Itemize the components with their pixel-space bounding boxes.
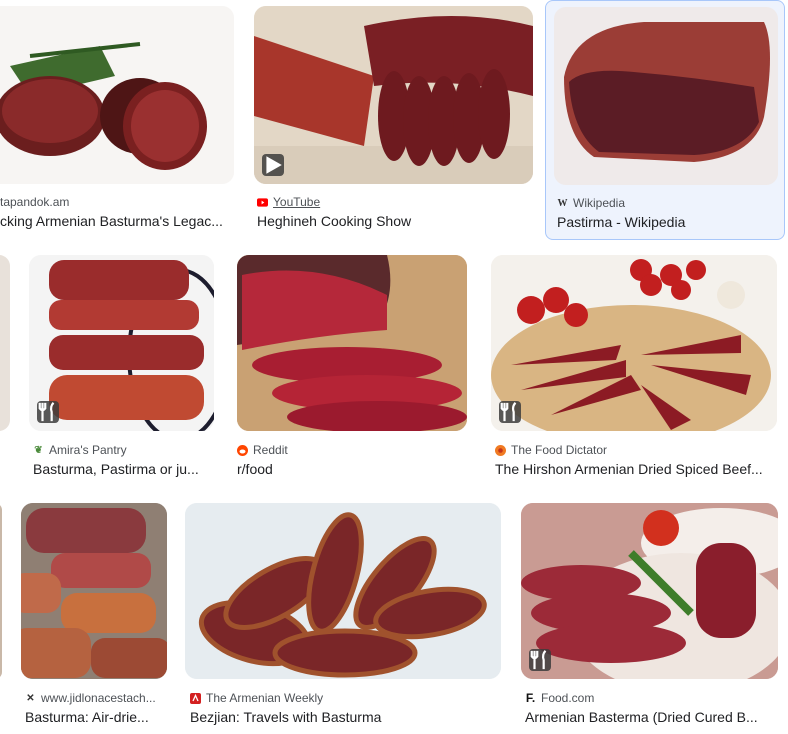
result-card-8[interactable]: The Armenian Weekly Bezjian: Travels wit… <box>185 503 501 733</box>
result-image-1[interactable] <box>0 6 234 184</box>
armenian-weekly-icon <box>190 692 201 704</box>
result-title-3[interactable]: Pastirma - Wikipedia <box>557 214 777 230</box>
result-image-6[interactable] <box>491 255 777 431</box>
result-image-partial-left[interactable] <box>0 255 10 431</box>
recipe-icon <box>37 401 59 423</box>
result-image-5[interactable] <box>237 255 467 431</box>
result-title-8[interactable]: Bezjian: Travels with Basturma <box>190 709 490 725</box>
result-image-9[interactable] <box>521 503 778 679</box>
result-source-3: W Wikipedia <box>557 196 626 210</box>
result-title-6[interactable]: The Hirshon Armenian Dried Spiced Beef..… <box>495 461 777 477</box>
result-image-3[interactable] <box>554 7 778 185</box>
play-icon <box>262 154 284 176</box>
result-card-7[interactable]: ✕ www.jidlonacestach... Basturma: Air-dr… <box>21 503 170 733</box>
result-image-8[interactable] <box>185 503 501 679</box>
recipe-icon <box>529 649 551 671</box>
food-dictator-icon <box>495 444 506 456</box>
result-title-9[interactable]: Armenian Basterma (Dried Cured B... <box>525 709 770 725</box>
pantry-icon: ❦ <box>34 444 43 456</box>
result-source-1: tapandok.am <box>0 195 70 209</box>
result-card-9[interactable]: F. Food.com Armenian Basterma (Dried Cur… <box>521 503 778 733</box>
result-title-7[interactable]: Basturma: Air-drie... <box>25 709 165 725</box>
foodcom-icon: F. <box>525 691 536 705</box>
result-image-4[interactable] <box>29 255 214 431</box>
result-source-6: The Food Dictator <box>495 443 607 457</box>
result-source-2[interactable]: YouTube <box>257 195 320 209</box>
result-card-6[interactable]: The Food Dictator The Hirshon Armenian D… <box>491 255 777 485</box>
result-image-partial-left-2[interactable] <box>0 503 2 679</box>
result-title-5[interactable]: r/food <box>237 461 457 477</box>
result-source-8: The Armenian Weekly <box>190 691 323 705</box>
result-title-1[interactable]: cking Armenian Basturma's Legac... <box>0 213 235 229</box>
result-title-2[interactable]: Heghineh Cooking Show <box>257 213 527 229</box>
result-card-5[interactable]: Reddit r/food <box>237 255 467 485</box>
wikipedia-icon: W <box>557 197 568 209</box>
result-card-3-selected[interactable]: W Wikipedia Pastirma - Wikipedia <box>545 0 785 240</box>
result-card-4[interactable]: ❦ Amira's Pantry Basturma, Pastirma or j… <box>29 255 215 485</box>
reddit-icon <box>237 444 248 456</box>
result-title-4[interactable]: Basturma, Pastirma or ju... <box>33 461 211 477</box>
youtube-icon <box>257 197 268 208</box>
result-source-9: F. Food.com <box>525 691 595 705</box>
result-image-2[interactable] <box>254 6 533 184</box>
result-source-4: ❦ Amira's Pantry <box>34 443 127 457</box>
recipe-icon <box>499 401 521 423</box>
result-card-2[interactable]: YouTube Heghineh Cooking Show <box>254 0 535 240</box>
result-source-5: Reddit <box>237 443 288 457</box>
result-card-1[interactable]: tapandok.am cking Armenian Basturma's Le… <box>0 0 235 240</box>
result-image-7[interactable] <box>21 503 167 679</box>
jidlo-icon: ✕ <box>26 692 35 704</box>
result-source-7: ✕ www.jidlonacestach... <box>26 691 156 705</box>
